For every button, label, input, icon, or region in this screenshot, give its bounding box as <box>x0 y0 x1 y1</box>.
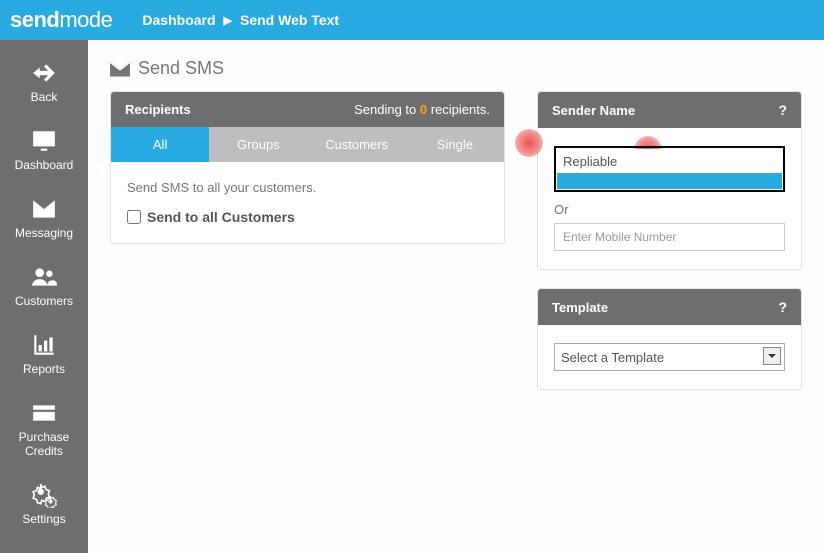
tab-single[interactable]: Single <box>406 127 504 162</box>
send-all-checkbox[interactable] <box>127 210 141 224</box>
nav-label: Purchase Credits <box>0 430 88 458</box>
brand-part1: send <box>10 7 59 32</box>
recipients-tabs: All Groups Customers Single <box>111 127 504 162</box>
panel-header: Sender Name ? <box>538 92 801 128</box>
credit-card-icon <box>31 400 57 426</box>
sender-header-label: Sender Name <box>552 103 635 118</box>
nav-customers[interactable]: Customers <box>0 254 88 322</box>
brand-part2: mode <box>59 7 112 32</box>
template-panel: Template ? Select a Template <box>537 288 802 390</box>
page-title-text: Send SMS <box>138 58 224 79</box>
panel-header: Recipients Sending to 0 recipients. <box>111 92 504 127</box>
sender-selected-value[interactable] <box>557 149 782 173</box>
brand-logo: sendmode <box>10 7 112 33</box>
recipients-panel: Recipients Sending to 0 recipients. All … <box>110 91 505 244</box>
sender-dropdown-highlight[interactable] <box>557 173 782 189</box>
or-label: Or <box>554 202 785 217</box>
breadcrumb: Dashboard ▶ Send Web Text <box>142 12 339 28</box>
page-title: Send SMS <box>110 58 802 79</box>
recipients-header-label: Recipients <box>125 102 191 117</box>
monitor-icon <box>31 128 57 154</box>
recipients-count: Sending to 0 recipients. <box>354 102 490 117</box>
tab-groups[interactable]: Groups <box>209 127 307 162</box>
main-content: Send SMS Recipients Sending to 0 recipie… <box>88 40 824 553</box>
nav-label: Messaging <box>0 226 88 240</box>
mobile-number-input[interactable] <box>554 223 785 251</box>
nav-reports[interactable]: Reports <box>0 322 88 390</box>
nav-label: Reports <box>0 362 88 376</box>
nav-messaging[interactable]: Messaging <box>0 186 88 254</box>
help-icon[interactable]: ? <box>778 299 787 315</box>
chevron-right-icon: ▶ <box>224 14 232 27</box>
sidebar: Back Dashboard Messaging Customers Repor… <box>0 40 88 553</box>
template-select[interactable]: Select a Template <box>554 343 785 371</box>
help-icon[interactable]: ? <box>778 102 787 118</box>
nav-label: Back <box>0 90 88 104</box>
tab-all[interactable]: All <box>111 127 209 162</box>
top-bar: sendmode Dashboard ▶ Send Web Text <box>0 0 824 40</box>
nav-label: Dashboard <box>0 158 88 172</box>
users-icon <box>31 264 57 290</box>
back-arrow-icon <box>31 60 57 86</box>
nav-purchase-credits[interactable]: Purchase Credits <box>0 390 88 472</box>
gears-icon <box>31 482 57 508</box>
breadcrumb-item[interactable]: Send Web Text <box>240 12 339 28</box>
panel-header: Template ? <box>538 289 801 325</box>
nav-settings[interactable]: Settings <box>0 472 88 540</box>
send-all-label[interactable]: Send to all Customers <box>147 209 295 225</box>
envelope-icon <box>31 196 57 222</box>
recipients-hint: Send SMS to all your customers. <box>127 180 488 195</box>
nav-label: Settings <box>0 512 88 526</box>
sender-select-box[interactable] <box>554 146 785 192</box>
template-header-label: Template <box>552 300 608 315</box>
sender-name-panel: Sender Name ? Or <box>537 91 802 270</box>
tab-customers[interactable]: Customers <box>308 127 406 162</box>
breadcrumb-item[interactable]: Dashboard <box>142 12 215 28</box>
nav-label: Customers <box>0 294 88 308</box>
envelope-icon <box>110 61 130 77</box>
nav-back[interactable]: Back <box>0 50 88 118</box>
nav-dashboard[interactable]: Dashboard <box>0 118 88 186</box>
chart-icon <box>31 332 57 358</box>
